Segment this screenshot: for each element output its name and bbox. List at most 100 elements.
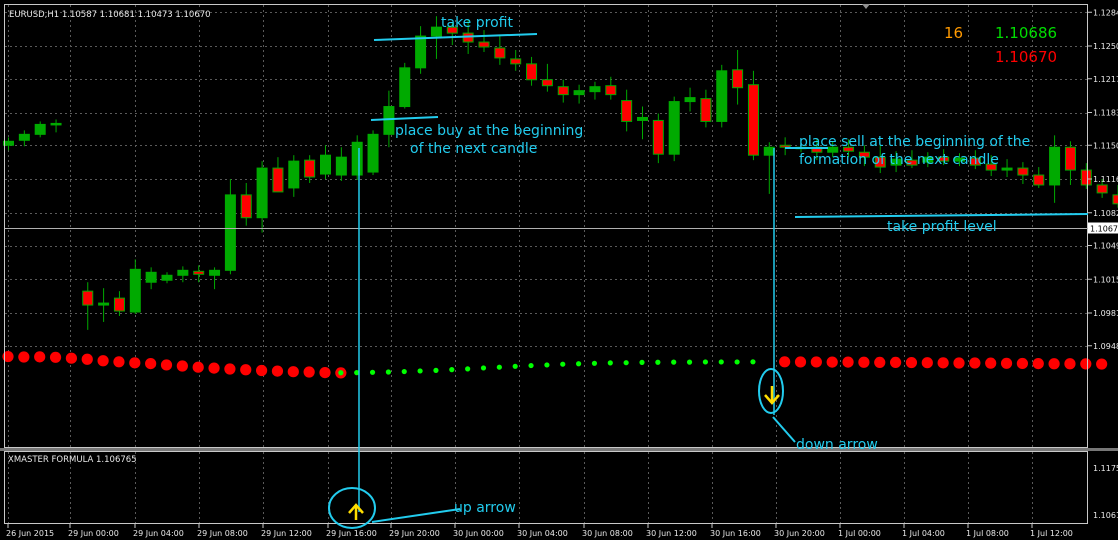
indicator-green-dot — [433, 367, 439, 373]
symbol-header: EURUSD,H1 1.10587 1.10681 1.10473 1.1067… — [9, 10, 211, 20]
candle-body — [652, 119, 664, 155]
price-tick-label: 1.1284 — [1093, 8, 1118, 17]
candle-body — [1001, 167, 1013, 171]
candle-body — [430, 26, 442, 37]
candle-body — [113, 297, 125, 312]
chart-background — [0, 0, 1118, 540]
indicator-red-dot — [271, 365, 284, 377]
time-tick-label: 29 Jun 12:00 — [261, 529, 312, 538]
time-tick-label: 30 Jun 12:00 — [646, 529, 697, 538]
indicator-red-dot — [1096, 358, 1108, 370]
indicator-green-dot — [560, 361, 566, 367]
candle-body — [240, 194, 252, 219]
indicator-red-dot — [97, 355, 109, 367]
candle-body — [732, 69, 744, 89]
indicator-red-dot — [858, 356, 870, 368]
indicator-red-dot — [1000, 357, 1013, 369]
indicator-red-dot — [937, 357, 949, 369]
candle-body — [320, 154, 331, 175]
candle-body — [383, 106, 395, 135]
indicator-red-dot — [113, 356, 125, 368]
bid-price: 1.10670 — [995, 48, 1057, 66]
price-tick-label: 1.1183 — [1093, 109, 1118, 118]
candle-body — [526, 63, 538, 81]
indicator-red-dot — [890, 356, 902, 368]
mt4-chart[interactable]: 1.1284 1.1250 1.1217 1.1183 1.1150 1.1116 1.10… — [0, 0, 1118, 540]
time-tick-label: 29 Jun 04:00 — [133, 529, 184, 538]
indicator-green-dot — [591, 360, 598, 366]
bull-candle[interactable] — [367, 130, 379, 176]
indicator-green-dot — [512, 363, 518, 369]
indicator-green-dot — [544, 362, 550, 368]
indicator-green-dot — [655, 359, 661, 365]
indicator-green-dot — [686, 359, 693, 365]
indicator-green-dot — [750, 359, 756, 365]
time-tick-label: 30 Jun 16:00 — [710, 529, 761, 538]
take-profit-level-text: take profit level — [887, 219, 997, 235]
candle-body — [779, 144, 791, 148]
price-tick-label: 1.1150 — [1093, 141, 1118, 150]
indicator-green-dot — [369, 369, 376, 375]
indicator-green-dot — [718, 359, 724, 365]
price-tick-label: 1.1217 — [1093, 75, 1118, 84]
candle-body — [1064, 146, 1076, 171]
time-tick-label: 1 Jul 00:00 — [838, 529, 881, 538]
time-tick-label: 30 Jun 04:00 — [517, 529, 568, 538]
bull-candle[interactable] — [668, 96, 680, 162]
candle-body — [399, 67, 411, 108]
candle-body — [716, 70, 728, 122]
bull-candle[interactable] — [399, 62, 411, 109]
candle-body — [637, 116, 648, 121]
current-price-label: 1.1067 — [1090, 225, 1118, 234]
indicator-red-dot — [256, 364, 268, 377]
candle-body — [557, 86, 569, 96]
indicator-red-dot — [969, 357, 981, 369]
price-tick-label: 1.1082 — [1093, 209, 1118, 218]
indicator-red-dot — [49, 351, 62, 363]
bull-candle[interactable] — [351, 135, 363, 180]
place-sell-text-1: place sell at the beginning of the — [799, 134, 1030, 150]
candle-body — [1096, 184, 1108, 194]
indicator-red-dot — [34, 351, 46, 363]
candle-body — [177, 269, 189, 276]
candle-body — [145, 271, 157, 283]
indicator-red-dot — [145, 358, 157, 370]
time-tick-label: 26 Jun 2015 — [6, 529, 54, 538]
candle-body — [605, 85, 617, 96]
candle-body — [415, 35, 427, 69]
indicator-green-dot — [496, 364, 502, 370]
indicator-red-dot — [319, 367, 331, 379]
indicator-red-dot — [1064, 358, 1076, 370]
time-tick-label: 30 Jun 08:00 — [582, 529, 633, 538]
indicator-green-dot — [702, 359, 709, 365]
candle-body — [747, 84, 759, 156]
indicator-green-dot — [449, 367, 455, 373]
indicator-red-dot — [779, 356, 791, 368]
candle-body — [224, 194, 236, 271]
candle-body — [541, 79, 553, 87]
price-tick-label: 1.1250 — [1093, 42, 1118, 51]
price-tick-label: 1.1015 — [1093, 275, 1118, 284]
indicator-red-dot — [208, 362, 220, 374]
time-tick-label: 1 Jul 08:00 — [966, 529, 1009, 538]
candle-body — [209, 269, 221, 276]
bear-candle[interactable] — [747, 70, 759, 161]
indicator-red-dot — [810, 356, 822, 368]
indicator-red-dot — [905, 356, 918, 369]
candle-body — [1112, 194, 1118, 205]
indicator-red-dot — [826, 356, 838, 368]
up-arrow-text: up arrow — [454, 500, 516, 516]
time-tick-label: 29 Jun 00:00 — [68, 529, 119, 538]
indicator-green-dot — [417, 368, 423, 374]
time-tick-label: 1 Jul 12:00 — [1030, 529, 1073, 538]
candle-body — [129, 268, 141, 313]
indicator-bottom-label: 1.1061 — [1093, 511, 1118, 520]
price-tick-label: 1.0981 — [1093, 309, 1118, 318]
indicator-red-dot — [240, 364, 252, 376]
candle-body — [494, 47, 506, 59]
indicator-red-dot — [303, 366, 315, 378]
bull-candle[interactable] — [716, 64, 728, 128]
indicator-red-dot — [842, 356, 854, 368]
indicator-red-dot — [1080, 358, 1092, 370]
indicator-red-dot — [1032, 358, 1044, 370]
